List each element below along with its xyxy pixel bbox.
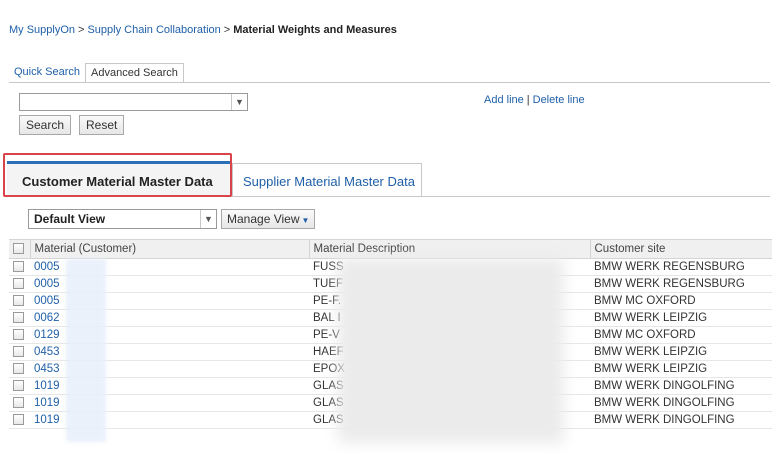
row-checkbox[interactable] [13,295,24,307]
row-checkbox-cell [9,258,30,276]
search-tabs: Quick Search Advanced Search [9,63,184,83]
row-checkbox-cell [9,394,30,412]
breadcrumb-supply-chain-collaboration[interactable]: Supply Chain Collaboration [87,24,220,36]
chevron-down-icon[interactable]: ▼ [231,94,247,110]
row-checkbox[interactable] [13,414,24,426]
redaction-blur-description [338,258,564,443]
column-header-customer-site[interactable]: Customer site [590,239,772,259]
breadcrumb-my-supplyon[interactable]: My SupplyOn [9,24,75,36]
select-all-checkbox[interactable] [13,243,24,255]
tab-quick-search[interactable]: Quick Search [9,63,85,82]
manage-view-label: Manage View [227,212,300,226]
line-actions: Add line | Delete line [484,94,585,106]
row-checkbox-cell [9,411,30,429]
row-checkbox-cell [9,360,30,378]
breadcrumb: My SupplyOn > Supply Chain Collaboration > M… [9,24,397,36]
breadcrumb-separator: > [223,24,231,36]
caret-down-icon: ▼ [301,216,310,225]
customer-site: BMW WERK LEIPZIG [590,360,772,378]
column-header-description[interactable]: Material Description [309,239,591,259]
breadcrumb-separator: > [78,24,85,36]
add-line-link[interactable]: Add line [484,94,524,106]
search-criteria-select[interactable]: ▼ [19,93,248,111]
row-checkbox[interactable] [13,329,24,341]
row-checkbox-cell [9,275,30,293]
row-checkbox[interactable] [13,380,24,392]
customer-site: BMW WERK REGENSBURG [590,275,772,293]
row-checkbox[interactable] [13,261,24,273]
customer-site: BMW WERK LEIPZIG [590,343,772,361]
delete-line-link[interactable]: Delete line [533,94,585,106]
tab-advanced-search[interactable]: Advanced Search [85,63,184,83]
search-button[interactable]: Search [19,115,72,135]
row-checkbox[interactable] [13,397,24,409]
row-checkbox-cell [9,309,30,327]
manage-view-button[interactable]: Manage View ▼ [221,209,316,229]
customer-site: BMW WERK DINGOLFING [590,411,772,429]
highlight-box [3,153,232,197]
row-checkbox-cell [9,343,30,361]
tab-supplier-material-master-data[interactable]: Supplier Material Master Data [232,163,422,196]
customer-site: BMW WERK REGENSBURG [590,258,772,276]
row-checkbox-cell [9,292,30,310]
select-all-cell [9,239,31,259]
customer-site: BMW WERK LEIPZIG [590,309,772,327]
customer-site: BMW WERK DINGOLFING [590,377,772,395]
row-checkbox-cell [9,377,30,395]
line-actions-separator: | [526,94,530,106]
table-header-row: Material (Customer) Material Description… [9,239,772,259]
chevron-down-icon[interactable]: ▼ [200,210,216,228]
redaction-blur-material [66,259,106,442]
row-checkbox[interactable] [13,278,24,290]
customer-site: BMW WERK DINGOLFING [590,394,772,412]
row-checkbox[interactable] [13,312,24,324]
row-checkbox[interactable] [13,346,24,358]
row-checkbox[interactable] [13,363,24,375]
tab-supplier-label: Supplier Material Master Data [243,174,415,189]
reset-button[interactable]: Reset [79,115,125,135]
view-select[interactable]: Default View ▼ [28,209,217,229]
customer-site: BMW MC OXFORD [590,292,772,310]
customer-site: BMW MC OXFORD [590,326,772,344]
column-header-material[interactable]: Material (Customer) [30,239,310,259]
page-title: Material Weights and Measures [233,24,397,36]
view-select-value: Default View [34,212,106,226]
row-checkbox-cell [9,326,30,344]
